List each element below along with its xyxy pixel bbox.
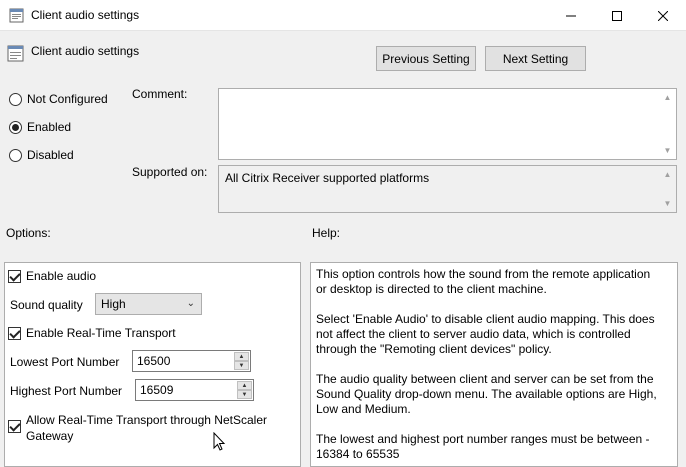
enable-rtt-checkbox[interactable]: Enable Real-Time Transport — [8, 326, 176, 340]
checkbox[interactable] — [8, 327, 21, 340]
checkbox-label: Enable audio — [26, 269, 97, 283]
highest-port-label: Highest Port Number — [10, 384, 123, 398]
minimize-icon[interactable] — [548, 0, 594, 31]
title-bar: Client audio settings — [0, 0, 686, 31]
scroll-down-icon[interactable]: ▼ — [659, 142, 676, 159]
spin-down-icon[interactable]: ▼ — [234, 361, 249, 370]
checkbox-label-line: Gateway — [26, 429, 74, 443]
radio-button[interactable] — [9, 92, 22, 106]
maximize-icon[interactable] — [594, 0, 640, 31]
policy-icon — [9, 8, 24, 23]
mouse-cursor-icon — [213, 432, 226, 451]
checkbox[interactable] — [8, 270, 21, 283]
highest-port-value: 16509 — [140, 383, 174, 397]
radio-not-configured[interactable]: Not Configured — [9, 92, 108, 106]
comment-label: Comment: — [132, 87, 188, 101]
radio-button[interactable] — [9, 120, 22, 134]
radio-enabled[interactable]: Enabled — [9, 120, 71, 134]
supported-scrollbar[interactable]: ▲ ▼ — [659, 166, 676, 212]
radio-label: Not Configured — [27, 92, 108, 106]
sound-quality-label: Sound quality — [10, 298, 83, 312]
sound-quality-select[interactable]: High ⌄ — [95, 293, 202, 315]
help-pane: This option controls how the sound from … — [310, 262, 678, 467]
radio-label: Disabled — [27, 148, 74, 162]
checkbox-label-line: Allow Real-Time Transport through NetSca… — [26, 413, 267, 427]
lowest-port-stepper[interactable]: 16500 ▲ ▼ — [132, 350, 251, 372]
highest-port-stepper[interactable]: 16509 ▲ ▼ — [135, 379, 254, 401]
previous-setting-button[interactable]: Previous Setting — [376, 46, 476, 71]
scroll-up-icon[interactable]: ▲ — [659, 166, 676, 183]
supported-on-value: All Citrix Receiver supported platforms — [225, 171, 430, 185]
checkbox[interactable] — [8, 420, 21, 433]
allow-rtt-netscaler-checkbox[interactable]: Allow Real-Time Transport through NetSca… — [8, 412, 267, 444]
lowest-port-label: Lowest Port Number — [10, 355, 120, 369]
options-section-label: Options: — [6, 226, 51, 240]
checkbox-label: Allow Real-Time Transport through NetSca… — [26, 412, 267, 444]
options-pane: Enable audio Sound quality High ⌄ Enable… — [4, 262, 301, 467]
spin-down-icon[interactable]: ▼ — [237, 390, 252, 399]
supported-on-label: Supported on: — [132, 165, 208, 179]
spin-up-icon[interactable]: ▲ — [237, 381, 252, 390]
help-text: This option controls how the sound from … — [316, 267, 661, 466]
scroll-up-icon[interactable]: ▲ — [659, 89, 676, 106]
spin-up-icon[interactable]: ▲ — [234, 352, 249, 361]
sound-quality-value: High — [101, 297, 126, 311]
help-paragraph: This option controls how the sound from … — [316, 267, 651, 296]
radio-label: Enabled — [27, 120, 72, 134]
window-title: Client audio settings — [31, 8, 140, 22]
lowest-port-value: 16500 — [137, 354, 171, 368]
radio-button[interactable] — [9, 148, 22, 162]
policy-icon — [7, 45, 24, 62]
setting-title: Client audio settings — [31, 44, 140, 58]
comment-scrollbar[interactable]: ▲ ▼ — [659, 89, 676, 159]
radio-disabled[interactable]: Disabled — [9, 148, 74, 162]
close-icon[interactable] — [640, 0, 686, 31]
enable-audio-checkbox[interactable]: Enable audio — [8, 269, 96, 283]
scroll-down-icon[interactable]: ▼ — [659, 195, 676, 212]
help-paragraph: The audio quality between client and ser… — [316, 372, 657, 416]
checkbox-label: Enable Real-Time Transport — [26, 326, 176, 340]
help-section-label: Help: — [312, 226, 341, 240]
chevron-down-icon: ⌄ — [186, 298, 195, 309]
help-paragraph: The lowest and highest port number range… — [316, 432, 650, 461]
comment-field[interactable]: ▲ ▼ — [218, 88, 677, 160]
help-paragraph: Select 'Enable Audio' to disable client … — [316, 312, 655, 356]
supported-on-field: All Citrix Receiver supported platforms … — [218, 165, 677, 213]
next-setting-button[interactable]: Next Setting — [485, 46, 586, 71]
